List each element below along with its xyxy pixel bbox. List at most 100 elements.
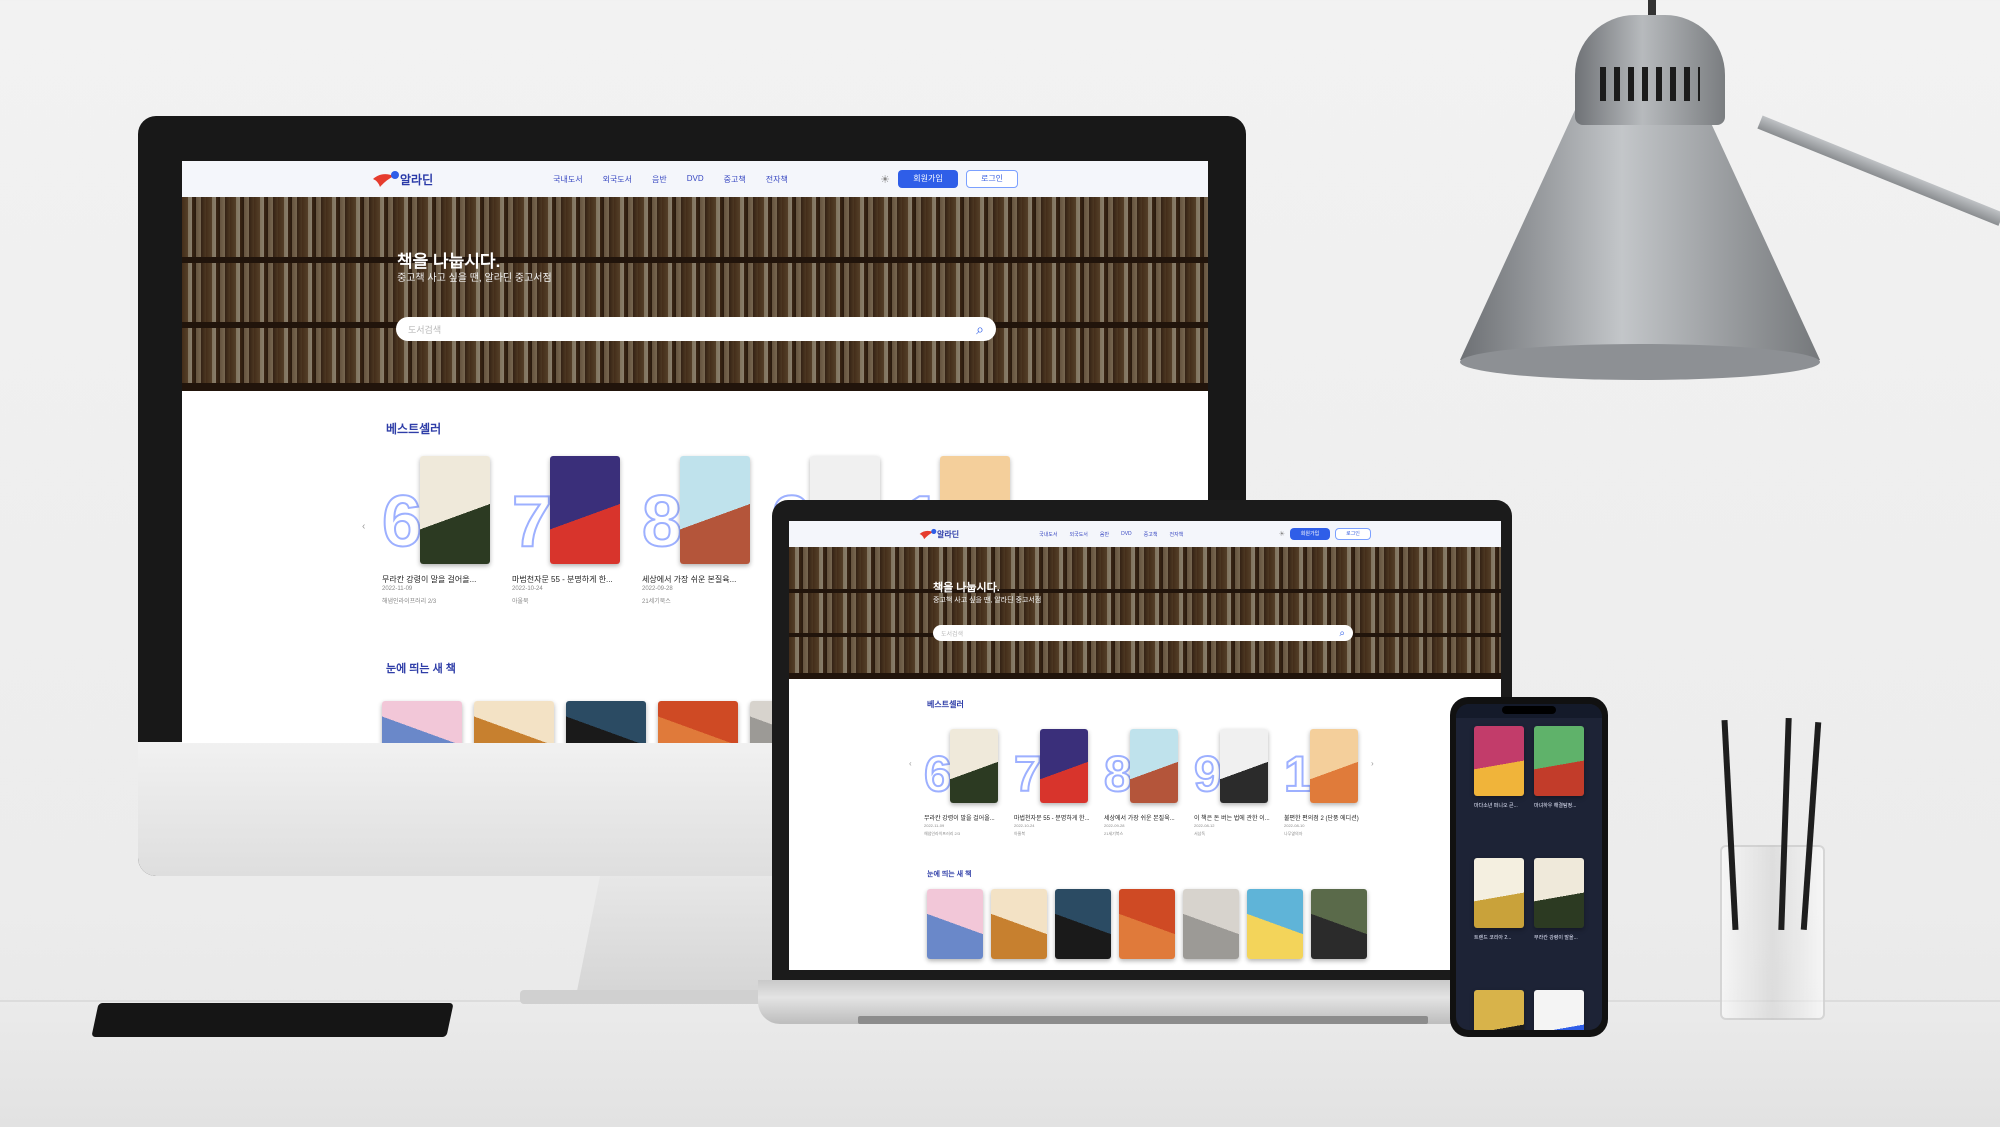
lamp-cap — [1575, 15, 1725, 125]
theme-toggle-icon[interactable]: ☀ — [1279, 530, 1285, 538]
book-title[interactable]: 불편한 편의점 2 (단풍 에디션) — [1284, 813, 1364, 822]
phone-status-bar — [1456, 704, 1602, 718]
bestseller-item[interactable]: 9 이 책은 돈 버는 법에 관한 이...2022-08-12 서삼독 — [1193, 729, 1284, 839]
book-cover[interactable] — [1220, 729, 1268, 803]
search-bar[interactable]: 도서검색 ⌕ — [396, 317, 996, 341]
site-logo[interactable]: 알라딘 — [919, 528, 959, 540]
search-input[interactable]: 도서검색 — [408, 323, 441, 336]
book-title[interactable]: 세상에서 가장 쉬운 본질육... — [1104, 813, 1184, 822]
phone-book-cover[interactable] — [1534, 990, 1584, 1030]
book-date: 2022-11-09 — [382, 586, 413, 592]
hero-overlay — [182, 197, 1208, 391]
nav-item-ebook[interactable]: 전자책 — [766, 174, 788, 185]
theme-toggle-icon[interactable]: ☀ — [880, 173, 890, 186]
logo-text: 알라딘 — [937, 529, 960, 539]
new-book-cover[interactable] — [927, 889, 983, 959]
bestseller-item[interactable]: 8 세상에서 가장 쉬운 본질육... 2022-09-28 21세기북스 — [641, 456, 772, 606]
rank-number: 8 — [641, 482, 683, 562]
rank-number: 9 — [1193, 746, 1223, 802]
hero-title: 책을 나눕시다. — [933, 582, 1000, 594]
hero-overlay — [789, 547, 1501, 679]
search-icon[interactable]: ⌕ — [1339, 628, 1345, 639]
new-book-cover[interactable] — [1183, 889, 1239, 959]
book-cover[interactable] — [950, 729, 998, 803]
phone-notch — [1502, 706, 1556, 714]
new-book-cover[interactable] — [1247, 889, 1303, 959]
book-title[interactable]: 무라칸 강령이 말을 걸어올... — [382, 574, 502, 585]
new-book-cover[interactable] — [566, 701, 646, 743]
bestseller-item[interactable]: 6 무라칸 강령이 말을 걸어올... 2022-11-09 해냄인라이프러리 2/3 — [923, 729, 1014, 839]
nav-item-foreign[interactable]: 외국도서 — [1070, 531, 1088, 538]
new-book-cover[interactable] — [991, 889, 1047, 959]
search-bar[interactable]: 도서검색 ⌕ — [933, 625, 1353, 641]
nav-item-dvd[interactable]: DVD — [1121, 531, 1132, 538]
phone-book-title[interactable]: 무라칸 강령이 말을... — [1534, 934, 1590, 941]
nav-item-domestic[interactable]: 국내도서 — [553, 174, 582, 185]
nav-item-dvd[interactable]: DVD — [687, 174, 704, 185]
phone-book-cover[interactable] — [1474, 726, 1524, 796]
book-title[interactable]: 세상에서 가장 쉬운 본질육... — [642, 574, 762, 585]
join-button[interactable]: 회원가입 — [1290, 528, 1330, 540]
phone-book-cover[interactable] — [1474, 990, 1524, 1030]
site-logo[interactable]: 알라딘 — [372, 170, 433, 188]
main-nav: 국내도서 외국도서 음반 DVD 중고책 전자책 — [553, 174, 788, 185]
book-publisher: 21세기북스 — [642, 599, 671, 605]
desk-lamp-shade — [1460, 110, 1820, 380]
new-book-cover[interactable] — [658, 701, 738, 743]
prev-arrow-icon[interactable]: ‹ — [362, 521, 365, 532]
phone-book-title[interactable]: 마녀하우 해결탐정... — [1534, 802, 1590, 809]
bestseller-title: 베스트셀러 — [386, 422, 442, 436]
notebook — [91, 1003, 454, 1037]
hero-banner: 책을 나눕시다. 중고책 사고 싶을 땐, 알라딘 중고서점 도서검색 ⌕ — [789, 547, 1501, 679]
login-button[interactable]: 로그인 — [1335, 528, 1371, 540]
nav-item-used[interactable]: 중고책 — [724, 174, 746, 185]
phone-book-cover[interactable] — [1474, 858, 1524, 928]
book-cover[interactable] — [680, 456, 750, 564]
main-nav: 국내도서 외국도서 음반 DVD 중고책 전자책 — [1039, 531, 1183, 538]
book-cover[interactable] — [1310, 729, 1358, 803]
join-button[interactable]: 회원가입 — [898, 170, 958, 188]
book-date: 2022-08-10 — [1284, 823, 1305, 828]
book-date: 2022-11-09 — [924, 823, 945, 828]
nav-item-used[interactable]: 중고책 — [1144, 531, 1158, 538]
new-book-cover[interactable] — [474, 701, 554, 743]
hero-subtitle: 중고책 사고 싶을 땐, 알라딘 중고서점 — [933, 597, 1042, 604]
search-input[interactable]: 도서검색 — [941, 629, 963, 638]
nav-item-foreign[interactable]: 외국도서 — [603, 174, 632, 185]
book-cover[interactable] — [1040, 729, 1088, 803]
new-book-cover[interactable] — [1119, 889, 1175, 959]
logo-icon — [919, 528, 937, 540]
phone-book-cover[interactable] — [1534, 858, 1584, 928]
site-header: 알라딘 국내도서 외국도서 음반 DVD 중고책 전자책 ☀ 회원가입 로그인 — [789, 521, 1501, 547]
login-button[interactable]: 로그인 — [966, 170, 1018, 188]
book-cover[interactable] — [1130, 729, 1178, 803]
book-date: 2022-08-12 — [1194, 823, 1215, 828]
nav-item-music[interactable]: 음반 — [652, 174, 667, 185]
book-title[interactable]: 마법천자문 55 - 분명하게 한... — [1014, 813, 1094, 822]
prev-arrow-icon[interactable]: ‹ — [909, 759, 912, 768]
book-title[interactable]: 무라칸 강령이 말을 걸어올... — [924, 813, 1004, 822]
bestseller-item[interactable]: 7 마법천자문 55 - 분명하게 한... 2022-10-24 아울북 — [511, 456, 642, 606]
book-date: 2022-09-28 — [642, 586, 673, 592]
bestseller-item[interactable]: 8 세상에서 가장 쉬운 본질육... 2022-09-28 21세기북스 — [1103, 729, 1194, 839]
book-publisher: 21세기북스 — [1104, 831, 1124, 836]
nav-item-domestic[interactable]: 국내도서 — [1039, 531, 1057, 538]
logo-text: 알라딘 — [400, 172, 434, 187]
bestseller-item[interactable]: 6 무라칸 강령이 말을 걸어올... 2022-11-09 해냄인라이프러리 2/3 — [381, 456, 512, 606]
new-book-cover[interactable] — [1055, 889, 1111, 959]
book-cover[interactable] — [550, 456, 620, 564]
phone-book-title[interactable]: 마다소년 퍼니오 큰... — [1474, 802, 1530, 809]
bestseller-item[interactable]: 10불편한 편의점 2 (단풍 에디션)2022-08-10나무옆의자 — [1283, 729, 1374, 839]
bestseller-item[interactable]: 7 마법천자문 55 - 분명하게 한... 2022-10-24 아울북 — [1013, 729, 1104, 839]
phone-book-title[interactable]: 트렌드 코리아 2... — [1474, 934, 1530, 941]
nav-item-music[interactable]: 음반 — [1100, 531, 1109, 538]
book-title[interactable]: 마법천자문 55 - 분명하게 한... — [512, 574, 632, 585]
book-publisher: 아울북 — [512, 599, 529, 605]
nav-item-ebook[interactable]: 전자책 — [1169, 531, 1183, 538]
book-title[interactable]: 이 책은 돈 버는 법에 관한 이... — [1194, 813, 1274, 822]
book-cover[interactable] — [420, 456, 490, 564]
new-book-cover[interactable] — [382, 701, 462, 743]
search-icon[interactable]: ⌕ — [976, 321, 984, 338]
new-book-cover[interactable] — [1311, 889, 1367, 959]
phone-book-cover[interactable] — [1534, 726, 1584, 796]
